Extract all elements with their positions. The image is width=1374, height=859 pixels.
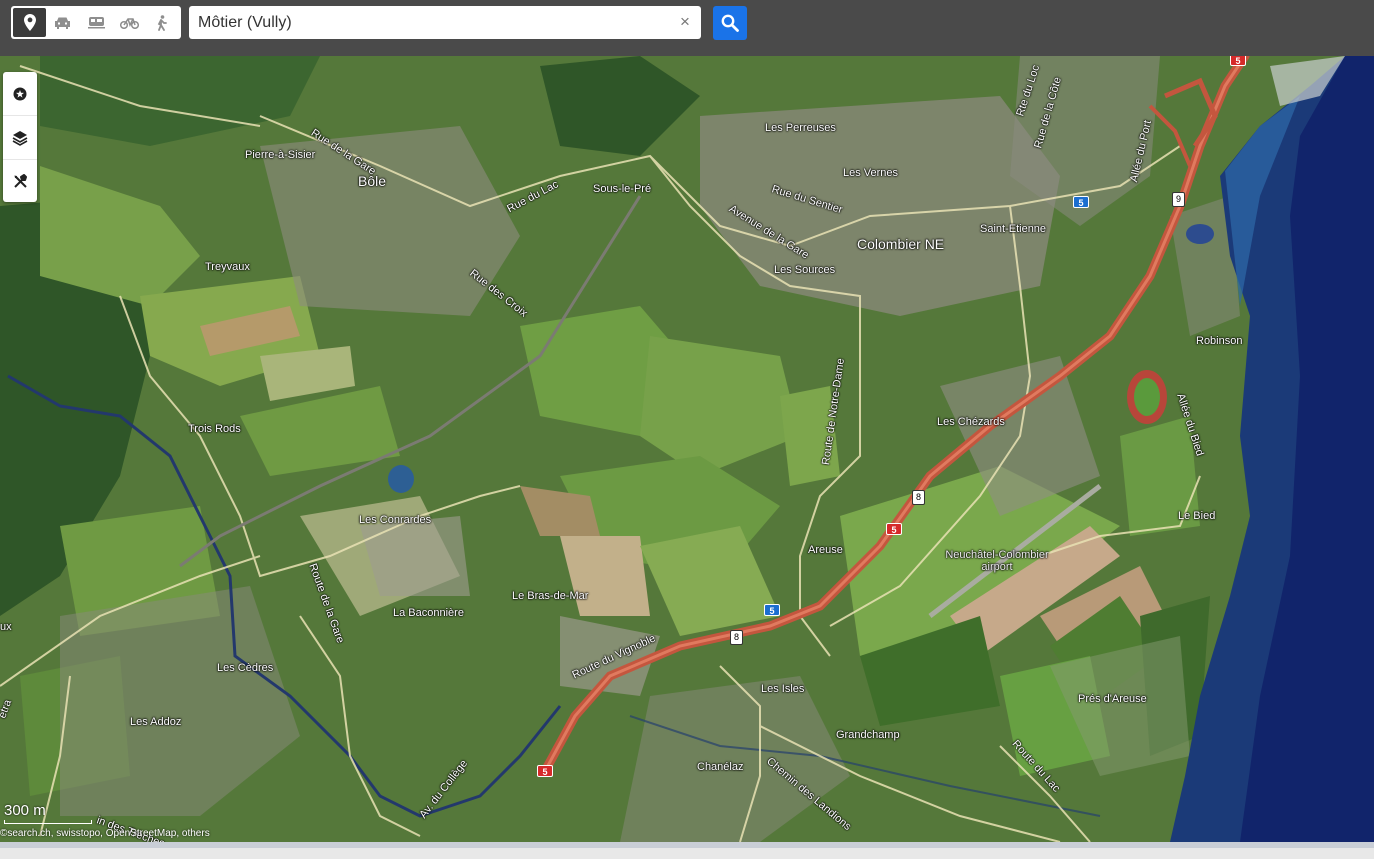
place-label[interactable]: Trois Rods xyxy=(188,423,241,435)
magnifier-icon xyxy=(721,14,739,32)
map-attribution[interactable]: ©search.ch, swisstopo, OpenStreetMap, ot… xyxy=(0,828,210,839)
street-label[interactable]: ux xyxy=(0,621,12,633)
place-label[interactable]: Prés d'Areuse xyxy=(1078,693,1147,705)
tools-icon xyxy=(13,174,27,188)
mode-location[interactable] xyxy=(13,8,47,37)
place-label[interactable]: Le Bied xyxy=(1178,510,1215,522)
mode-car[interactable] xyxy=(46,8,79,37)
search-box: × xyxy=(189,6,701,39)
favorites-button[interactable] xyxy=(3,72,37,116)
top-bar: × xyxy=(0,0,1374,56)
car-icon xyxy=(55,17,71,29)
search-input[interactable] xyxy=(198,6,668,39)
place-label[interactable]: La Baconnière xyxy=(393,607,464,619)
mode-train[interactable] xyxy=(79,8,112,37)
place-label[interactable]: Les Conrardes xyxy=(359,514,431,526)
place-label[interactable]: Treyvaux xyxy=(205,261,250,273)
map-tool-panel xyxy=(3,72,37,202)
place-label[interactable]: Pierre-à-Sisier xyxy=(245,149,315,161)
bicycle-icon xyxy=(119,17,139,29)
place-label[interactable]: Saint-Etienne xyxy=(980,223,1046,235)
scale-label: 300 m xyxy=(4,802,46,819)
clear-search-button[interactable]: × xyxy=(677,13,693,31)
place-label[interactable]: Les Isles xyxy=(761,683,804,695)
place-label[interactable]: Sous-le-Pré xyxy=(593,183,651,195)
route-shield: 5 xyxy=(1073,196,1089,208)
motorway-exit-badge: 8 xyxy=(730,630,744,645)
airport-label[interactable]: Neuchâtel-Colombier airport xyxy=(943,549,1051,573)
place-label[interactable]: Areuse xyxy=(808,544,843,556)
place-label[interactable]: Grandchamp xyxy=(836,729,900,741)
layers-icon xyxy=(12,130,28,146)
transport-mode-selector xyxy=(11,6,181,39)
place-label[interactable]: Les Chézards xyxy=(937,416,1005,428)
place-label[interactable]: Chanélaz xyxy=(697,761,743,773)
place-label[interactable]: Les Perreuses xyxy=(765,122,836,134)
mode-walking[interactable] xyxy=(146,8,179,37)
motorway-exit-badge: 8 xyxy=(912,490,926,505)
motorway-exit-badge: 9 xyxy=(1172,192,1186,207)
place-label[interactable]: Le Bras-de-Mar xyxy=(512,590,588,602)
walking-icon xyxy=(158,14,168,31)
star-icon xyxy=(13,87,27,100)
train-icon xyxy=(87,16,105,28)
place-label[interactable]: Les Vernes xyxy=(843,167,898,179)
map-imagery xyxy=(0,56,1374,842)
satellite-map[interactable]: Pierre-à-Sisier Bôle Treyvaux Trois Rods… xyxy=(0,56,1374,842)
place-label[interactable]: Les Addoz xyxy=(130,716,181,728)
bottom-bar xyxy=(0,842,1374,859)
motorway-shield: 5 xyxy=(1230,56,1246,66)
layers-button[interactable] xyxy=(3,116,37,160)
scale-bar xyxy=(4,820,92,824)
place-label[interactable]: Colombier NE xyxy=(857,236,944,252)
motorway-shield: 5 xyxy=(537,765,553,777)
search-button[interactable] xyxy=(713,6,747,40)
motorway-shield: 5 xyxy=(886,523,902,535)
location-pin-icon xyxy=(23,14,36,31)
place-label[interactable]: Les Cèdres xyxy=(217,662,273,674)
route-shield: 5 xyxy=(764,604,780,616)
place-label[interactable]: Les Sources xyxy=(774,264,835,276)
mode-bicycle[interactable] xyxy=(113,8,146,37)
tools-button[interactable] xyxy=(3,160,37,203)
place-label[interactable]: Robinson xyxy=(1196,335,1242,347)
